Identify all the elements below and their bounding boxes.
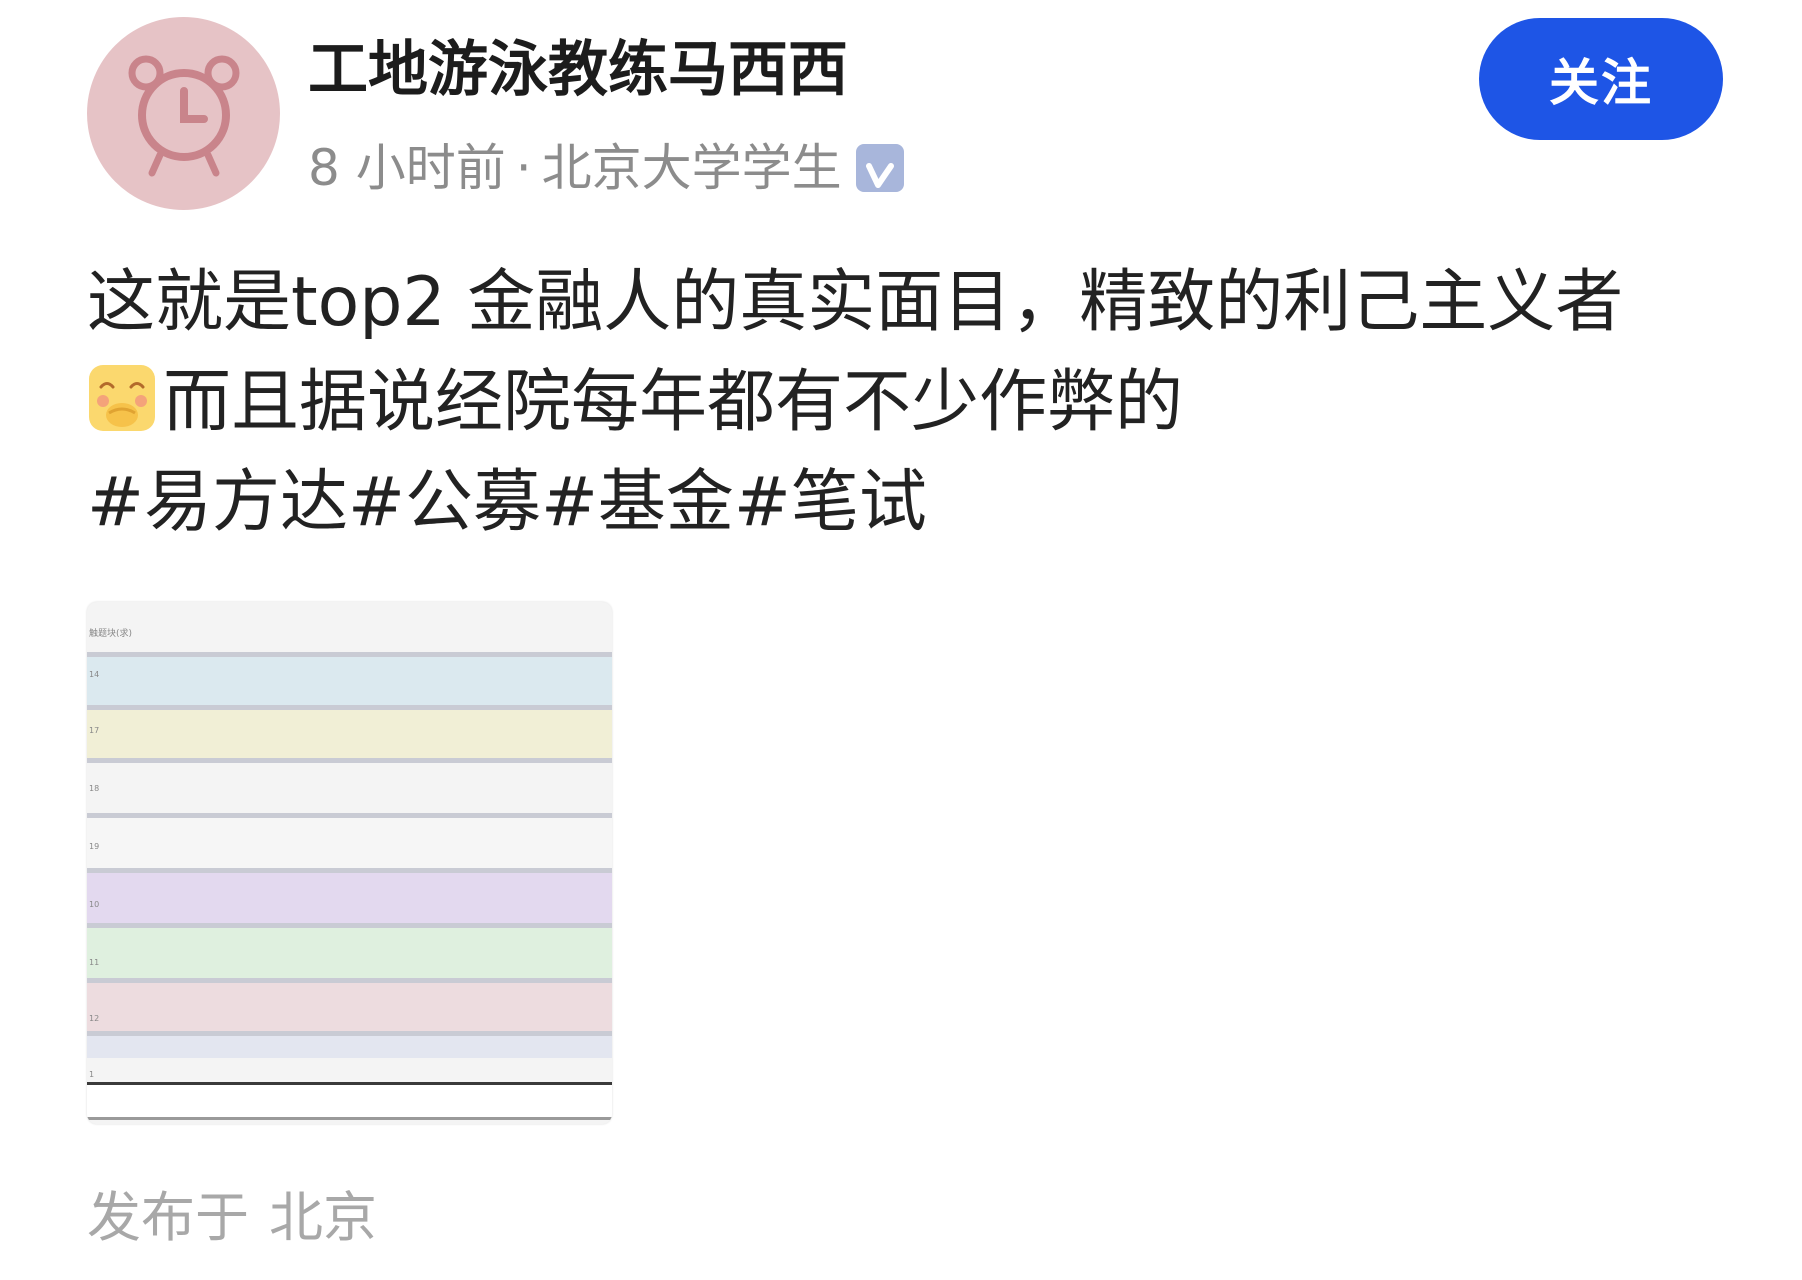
alarm-clock-icon [128, 55, 239, 176]
image-band-7 [87, 983, 612, 1031]
post-image[interactable]: 触题块(求) 14 17 18 19 10 11 12 1 [87, 602, 612, 1124]
image-row-label-6: 11 [89, 958, 100, 967]
verified-v-icon [855, 144, 904, 192]
post-hashtags[interactable]: #易方达#公募#基金#笔试 [87, 453, 1747, 553]
image-row-label-8: 1 [89, 1070, 95, 1079]
image-row-label-3: 18 [89, 784, 100, 793]
author-name[interactable]: 工地游泳教练马西西 [308, 26, 848, 114]
image-band-1 [87, 657, 612, 705]
post-location: 发布于 北京 [87, 1178, 377, 1258]
location-place[interactable]: 北京 [269, 1186, 377, 1249]
meta-separator: · [515, 139, 532, 197]
image-row-label-2: 17 [89, 726, 100, 735]
image-row-label-5: 10 [89, 900, 100, 909]
author-identity: 北京大学学生 [541, 139, 842, 197]
post-body: 这就是top2 金融人的真实面目，精致的利己主义者 而且据说经院每年都有不少作弊… [87, 253, 1747, 553]
image-band-3 [87, 763, 612, 813]
post-text-line-1: 这就是top2 金融人的真实面目，精致的利己主义者 [87, 263, 1624, 342]
post-meta: 8 小时前 · 北京大学学生 [308, 130, 904, 206]
image-band-6 [87, 928, 612, 978]
image-band-4 [87, 818, 612, 868]
location-label: 发布于 [87, 1186, 249, 1249]
image-divider-bottom [87, 1117, 612, 1120]
image-band-2 [87, 710, 612, 758]
image-header-text: 触题块(求) [89, 629, 133, 639]
post-text-line-2-content: 而且据说经院每年都有不少作弊的 [163, 363, 1184, 442]
shy-face-emoji-icon [87, 361, 157, 431]
follow-button[interactable]: 关注 [1479, 18, 1723, 140]
image-footer-area [87, 1085, 612, 1117]
avatar[interactable] [87, 17, 280, 210]
image-row-label-4: 19 [89, 842, 100, 851]
image-row-label-7: 12 [89, 1014, 100, 1023]
image-band-5 [87, 873, 612, 923]
post-text-line-2: 而且据说经院每年都有不少作弊的 [87, 353, 1747, 453]
post-time: 8 小时前 [308, 139, 506, 197]
image-band-8 [87, 1036, 612, 1058]
image-row-label-1: 14 [89, 670, 100, 679]
